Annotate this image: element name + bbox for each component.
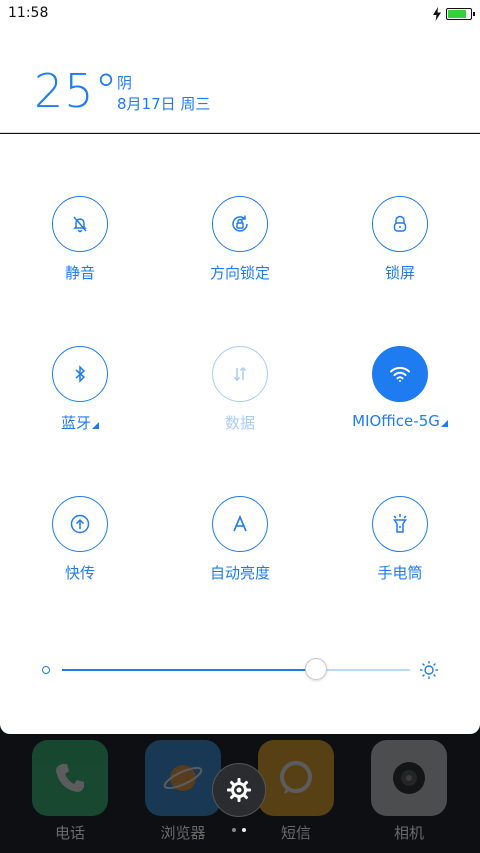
home-dock: 电话 浏览器 短信 相机 — [0, 734, 480, 853]
phone-icon[interactable] — [32, 740, 108, 816]
padlock-icon — [393, 215, 407, 232]
rotation-lock-toggle-button[interactable] — [212, 196, 268, 252]
toggle-label: 静音 — [64, 264, 95, 282]
silent-toggle-button[interactable] — [52, 196, 108, 252]
toggle-quick-share[interactable]: 快传 — [0, 496, 160, 583]
date-text: 8月17日 周三 — [117, 95, 211, 113]
toggle-label: 方向锁定 — [209, 264, 270, 282]
toggle-bluetooth[interactable]: 蓝牙 — [0, 346, 160, 433]
toggle-label: MIOffice-5G — [320, 412, 480, 430]
page-dot — [242, 828, 246, 832]
app-messages[interactable]: 短信 — [258, 740, 334, 843]
toggle-label: 自动亮度 — [209, 564, 270, 582]
weather-header[interactable]: 25° 阴 8月17日 周三 — [0, 28, 480, 133]
quick-settings-panel: 静音 方向锁定 锁屏 蓝牙 数据 MIOffice-5G 快传 自动亮度 手电筒 — [0, 134, 480, 734]
toggle-auto-brightness[interactable]: 自动亮度 — [160, 496, 320, 583]
app-label: 浏览器 — [160, 824, 206, 842]
rotation-lock-icon — [232, 215, 248, 232]
bluetooth-label: 蓝牙 — [60, 414, 91, 432]
toggle-mobile-data[interactable]: 数据 — [160, 346, 320, 433]
toggle-label: 锁屏 — [384, 264, 415, 282]
battery-icon — [446, 8, 475, 20]
battery-fill — [448, 10, 466, 18]
auto-brightness-toggle-button[interactable] — [212, 496, 268, 552]
page-indicator — [232, 828, 246, 832]
message-bubble-icon[interactable] — [258, 740, 334, 816]
toggle-label: 手电筒 — [377, 564, 423, 582]
flashlight-toggle-button[interactable] — [372, 496, 428, 552]
bluetooth-toggle-button[interactable] — [52, 346, 108, 402]
brightness-low-icon — [42, 666, 50, 674]
expand-corner-icon[interactable] — [92, 422, 99, 429]
bluetooth-icon — [75, 365, 86, 383]
quick-share-icon — [70, 514, 90, 534]
auto-brightness-icon — [233, 515, 247, 532]
lock-screen-button[interactable] — [372, 196, 428, 252]
temperature: 25° — [34, 64, 119, 118]
browser-planet-icon[interactable] — [145, 740, 221, 816]
app-label: 电话 — [54, 824, 85, 842]
toggle-label: 数据 — [224, 414, 255, 432]
toggle-lock-screen[interactable]: 锁屏 — [320, 196, 480, 283]
app-browser[interactable]: 浏览器 — [145, 740, 221, 843]
brightness-slider[interactable] — [62, 658, 410, 680]
page-dot — [232, 828, 236, 832]
quick-share-toggle-button[interactable] — [52, 496, 108, 552]
wifi-icon — [390, 366, 410, 382]
app-phone[interactable]: 电话 — [32, 740, 108, 843]
battery-indicator — [432, 7, 475, 21]
toggle-flashlight[interactable]: 手电筒 — [320, 496, 480, 583]
toggle-rotation-lock[interactable]: 方向锁定 — [160, 196, 320, 283]
charging-bolt-icon — [433, 7, 441, 21]
mobile-data-toggle-button[interactable] — [212, 346, 268, 402]
toggle-silent[interactable]: 静音 — [0, 196, 160, 283]
brightness-high-icon — [420, 661, 438, 679]
weather-condition: 阴 — [117, 74, 133, 92]
status-bar: 11:58 — [0, 0, 480, 28]
app-label: 短信 — [280, 824, 311, 842]
toggle-label: 快传 — [64, 564, 95, 582]
camera-icon[interactable] — [371, 740, 447, 816]
status-time: 11:58 — [8, 5, 49, 21]
gear-icon — [227, 778, 251, 802]
flashlight-icon — [393, 514, 407, 533]
bell-mute-icon — [73, 216, 87, 233]
brightness-slider-thumb[interactable] — [305, 658, 328, 680]
toggle-label: 蓝牙 — [0, 412, 160, 433]
expand-corner-icon[interactable] — [440, 420, 448, 427]
wifi-network-label: MIOffice-5G — [352, 412, 440, 430]
app-label: 相机 — [393, 824, 424, 842]
settings-button[interactable] — [212, 763, 266, 817]
brightness-slider-fill — [62, 669, 317, 671]
toggle-wifi[interactable]: MIOffice-5G — [320, 346, 480, 430]
app-camera[interactable]: 相机 — [371, 740, 447, 843]
data-arrows-icon — [233, 366, 247, 382]
wifi-toggle-button[interactable] — [372, 346, 428, 402]
